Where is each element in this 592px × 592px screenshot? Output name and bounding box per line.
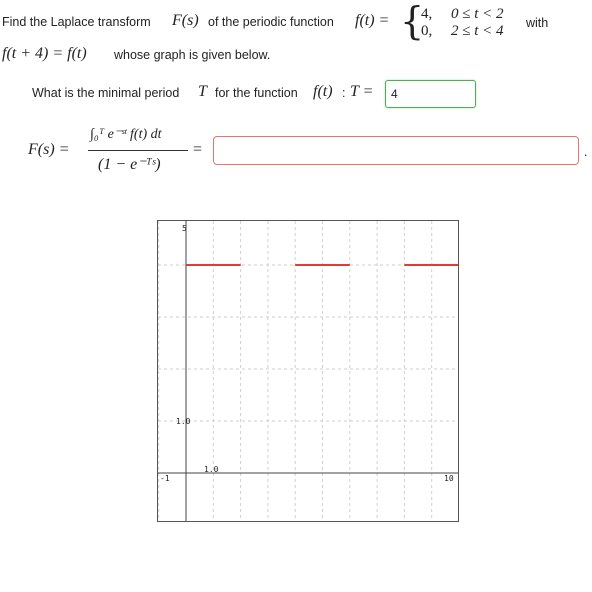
trailing-dot: . <box>584 145 588 159</box>
period-answer-value: 4 <box>391 87 398 101</box>
intro-text: Find the Laplace transform <box>2 15 151 29</box>
with-text: with <box>526 16 549 30</box>
periodicity-tail: whose graph is given below. <box>114 48 271 62</box>
periodicity-eq: f(t + 4) = f(t) <box>2 45 87 62</box>
tick-label-y-mid: 1.0 <box>176 417 191 426</box>
laplace-answer-value <box>214 137 578 143</box>
tick-label-x-mid: 1.0 <box>204 465 219 474</box>
tick-label-x-left: -1 <box>160 474 170 483</box>
tick-label-y-top: 5 <box>182 224 187 233</box>
graph-plot: 51.01.0-110-1 <box>158 221 458 521</box>
piece2-value: 0, <box>421 23 433 39</box>
period-prompt-mid: for the function <box>215 86 298 100</box>
formula-denominator: (1 − e⁻ᵀˢ) <box>98 156 161 173</box>
period-answer-input[interactable]: 4 <box>385 80 476 108</box>
fs-symbol: F(s) <box>172 12 199 29</box>
piece1-value: 4, <box>421 6 433 22</box>
piece2-condition: 2 ≤ t < 4 <box>451 23 504 39</box>
ft-symbol: f(t) = <box>355 12 390 29</box>
f-symbol: f(t) <box>313 83 333 100</box>
bottom-cutoff <box>0 586 592 592</box>
formula-numerator: ∫₀ᵀ e⁻ˢᵗ f(t) dt <box>90 127 162 142</box>
tick-label-x-right: 10 <box>444 474 454 483</box>
intro-tail: of the periodic function <box>208 15 334 29</box>
T-symbol: T <box>198 83 207 100</box>
T-answer-label: T = <box>350 83 374 100</box>
piece1-condition: 0 ≤ t < 2 <box>451 6 504 22</box>
fraction-bar <box>88 150 188 151</box>
period-prompt: What is the minimal period <box>32 86 180 100</box>
Fs-lhs: F(s) = <box>28 141 70 158</box>
laplace-answer-input[interactable] <box>213 136 579 165</box>
formula-equals: = <box>193 141 203 158</box>
graph-frame: 51.01.0-110-1 <box>157 220 459 522</box>
